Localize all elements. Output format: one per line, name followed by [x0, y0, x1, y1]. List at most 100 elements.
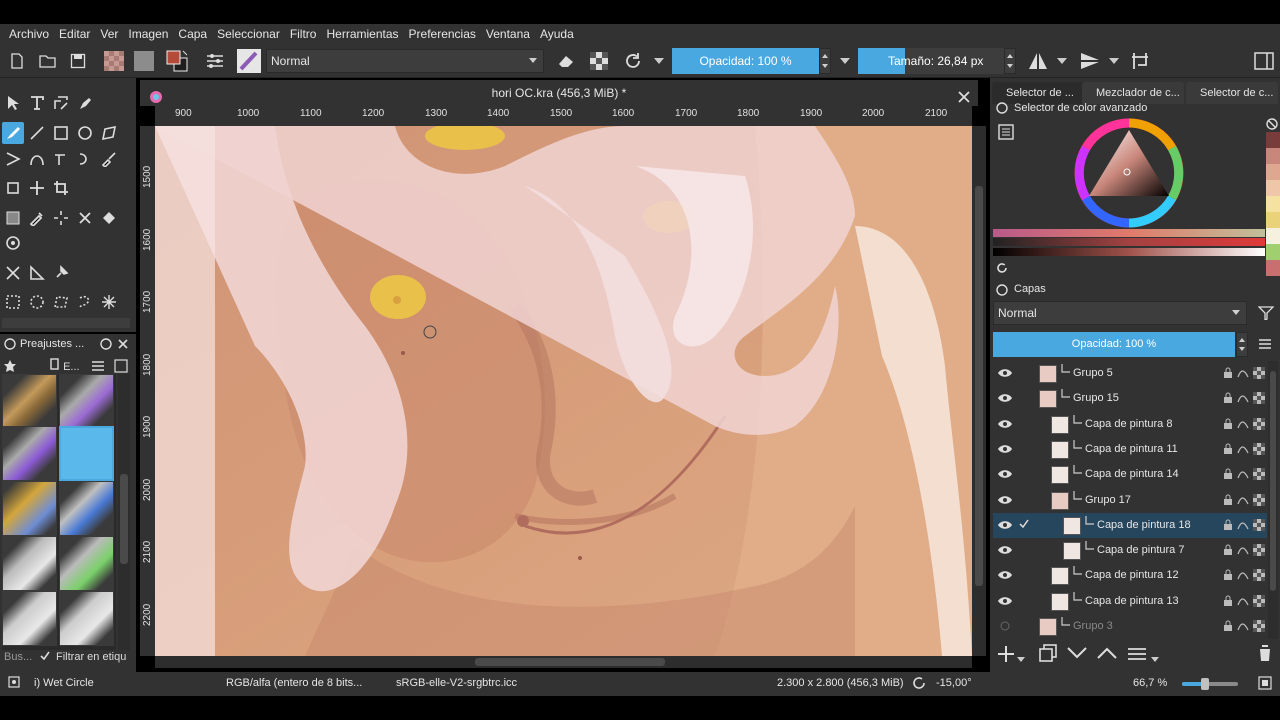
chevron-down-icon[interactable]: [652, 49, 666, 73]
zoom-slider[interactable]: [1182, 678, 1238, 690]
menu-capa[interactable]: Capa: [173, 24, 212, 44]
visibility-eye-icon[interactable]: [997, 544, 1013, 559]
polyline-tool-icon[interactable]: [2, 148, 24, 170]
brush-preset-tile[interactable]: [59, 591, 114, 646]
multibrush-icon[interactable]: [98, 148, 120, 170]
bezier-tool-icon[interactable]: [26, 148, 48, 170]
brush-settings-icon[interactable]: [204, 49, 226, 73]
reference-icon[interactable]: [26, 262, 48, 284]
lock-icon[interactable]: [1223, 494, 1233, 506]
chevron-down-icon[interactable]: [1056, 49, 1068, 73]
docker-float-icon[interactable]: [996, 102, 1008, 117]
settings-icon[interactable]: [998, 124, 1014, 143]
tab-color-selector[interactable]: Selector de ...: [992, 82, 1086, 104]
scroll-thumb[interactable]: [1270, 371, 1276, 591]
brush-preset-tile[interactable]: [2, 591, 57, 646]
canvas-horizontal-scrollbar[interactable]: [155, 656, 972, 668]
opacity-spinner[interactable]: [819, 48, 831, 74]
no-color-icon[interactable]: [1266, 118, 1278, 133]
ellipse-select-icon[interactable]: [26, 291, 48, 313]
presets-scrollbar[interactable]: [118, 374, 130, 650]
blend-mode-select[interactable]: Normal: [266, 49, 544, 73]
crop-transform-icon[interactable]: [2, 177, 24, 199]
brush-preset-tile-selected[interactable]: [59, 426, 114, 481]
alpha-inherit-icon[interactable]: [1237, 392, 1249, 404]
alpha-lock-icon[interactable]: [588, 49, 610, 73]
tab-color-mixer[interactable]: Mezclador de c...: [1082, 82, 1184, 104]
brush-preset-tile[interactable]: [2, 536, 57, 591]
layer-row[interactable]: Grupo 17: [993, 488, 1267, 513]
layer-properties-icon[interactable]: [1127, 646, 1147, 665]
lock-icon[interactable]: [1223, 443, 1233, 455]
visibility-eye-icon[interactable]: [997, 418, 1013, 433]
list-view-icon[interactable]: [92, 360, 104, 375]
freehand-select-icon[interactable]: [74, 291, 96, 313]
layer-row[interactable]: Capa de pintura 18: [993, 512, 1267, 538]
refresh-icon[interactable]: [996, 262, 1008, 277]
dynamic-brush-icon[interactable]: [74, 148, 96, 170]
menu-ver[interactable]: Ver: [95, 24, 123, 44]
open-folder-icon[interactable]: [38, 49, 58, 73]
lock-icon[interactable]: [1223, 595, 1233, 607]
crop-tool-icon[interactable]: [50, 177, 72, 199]
value-gradient-bar[interactable]: [993, 248, 1265, 256]
visibility-eye-icon[interactable]: [997, 569, 1013, 584]
menu-archivo[interactable]: Archivo: [4, 24, 54, 44]
visibility-eye-icon[interactable]: [997, 494, 1013, 509]
visibility-eye-icon[interactable]: [997, 367, 1013, 382]
save-icon[interactable]: [68, 49, 88, 73]
canvas-vertical-scrollbar[interactable]: [972, 126, 986, 656]
layers-scrollbar[interactable]: [1268, 361, 1278, 639]
measure-tool-icon[interactable]: [2, 232, 24, 254]
layer-row[interactable]: Capa de pintura 7: [993, 538, 1267, 563]
alpha-lock-icon[interactable]: [1253, 442, 1265, 455]
alpha-lock-icon[interactable]: [1253, 569, 1265, 582]
line-tool-icon[interactable]: [26, 122, 48, 144]
visibility-eye-icon[interactable]: [997, 392, 1013, 407]
layer-blend-mode-select[interactable]: Normal: [993, 301, 1247, 325]
new-document-icon[interactable]: [8, 49, 26, 73]
zoom-slider-handle[interactable]: [1201, 678, 1210, 690]
wrap-around-icon[interactable]: [1128, 49, 1152, 73]
alpha-inherit-icon[interactable]: [1237, 443, 1249, 455]
search-input[interactable]: Bus...: [4, 651, 32, 663]
edit-shapes-icon[interactable]: [50, 92, 72, 114]
checkmark-icon[interactable]: [40, 651, 50, 664]
move-layer-up-icon[interactable]: [1097, 647, 1117, 662]
alpha-inherit-icon[interactable]: [1237, 494, 1249, 506]
filter-icon[interactable]: [1257, 306, 1275, 323]
scroll-thumb[interactable]: [475, 658, 665, 666]
freehand-path-icon[interactable]: [50, 148, 72, 170]
lock-icon[interactable]: [1223, 418, 1233, 430]
assistant-icon[interactable]: [2, 262, 24, 284]
layer-row[interactable]: Grupo 5: [993, 361, 1267, 386]
layer-row[interactable]: Capa de pintura 14: [993, 462, 1267, 487]
layer-opacity-spinner[interactable]: [1236, 332, 1248, 357]
docker-float-icon[interactable]: [4, 338, 16, 353]
layer-opacity-slider[interactable]: Opacidad: 100 %: [993, 332, 1235, 357]
lock-icon[interactable]: [1223, 519, 1233, 531]
size-spinner[interactable]: [1004, 48, 1016, 74]
lock-icon[interactable]: [1223, 392, 1233, 404]
menu-ayuda[interactable]: Ayuda: [535, 24, 579, 44]
move-layer-down-icon[interactable]: [1067, 647, 1087, 662]
lock-icon[interactable]: [1223, 620, 1233, 632]
color-swatch[interactable]: [1266, 212, 1280, 228]
alpha-inherit-icon[interactable]: [1237, 620, 1249, 632]
menu-icon[interactable]: [1258, 338, 1272, 353]
opacity-slider[interactable]: Opacidad: 100 %: [672, 48, 819, 74]
polygon-tool-icon[interactable]: [98, 122, 120, 144]
chevron-down-icon[interactable]: [1108, 49, 1120, 73]
fit-view-icon[interactable]: [1258, 676, 1272, 693]
checkmark-icon[interactable]: [1019, 519, 1029, 532]
mirror-horizontal-icon[interactable]: [1026, 49, 1050, 73]
saturation-gradient-bar[interactable]: [993, 238, 1265, 246]
color-swatch[interactable]: [1266, 196, 1280, 212]
smart-patch-icon[interactable]: [50, 207, 72, 229]
brush-preset-tile[interactable]: [59, 481, 114, 536]
visibility-eye-icon[interactable]: [997, 468, 1013, 483]
assistant-tool-icon[interactable]: [74, 207, 96, 229]
polygon-select-icon[interactable]: [50, 291, 72, 313]
alpha-lock-icon[interactable]: [1253, 392, 1265, 405]
alpha-inherit-icon[interactable]: [1237, 569, 1249, 581]
